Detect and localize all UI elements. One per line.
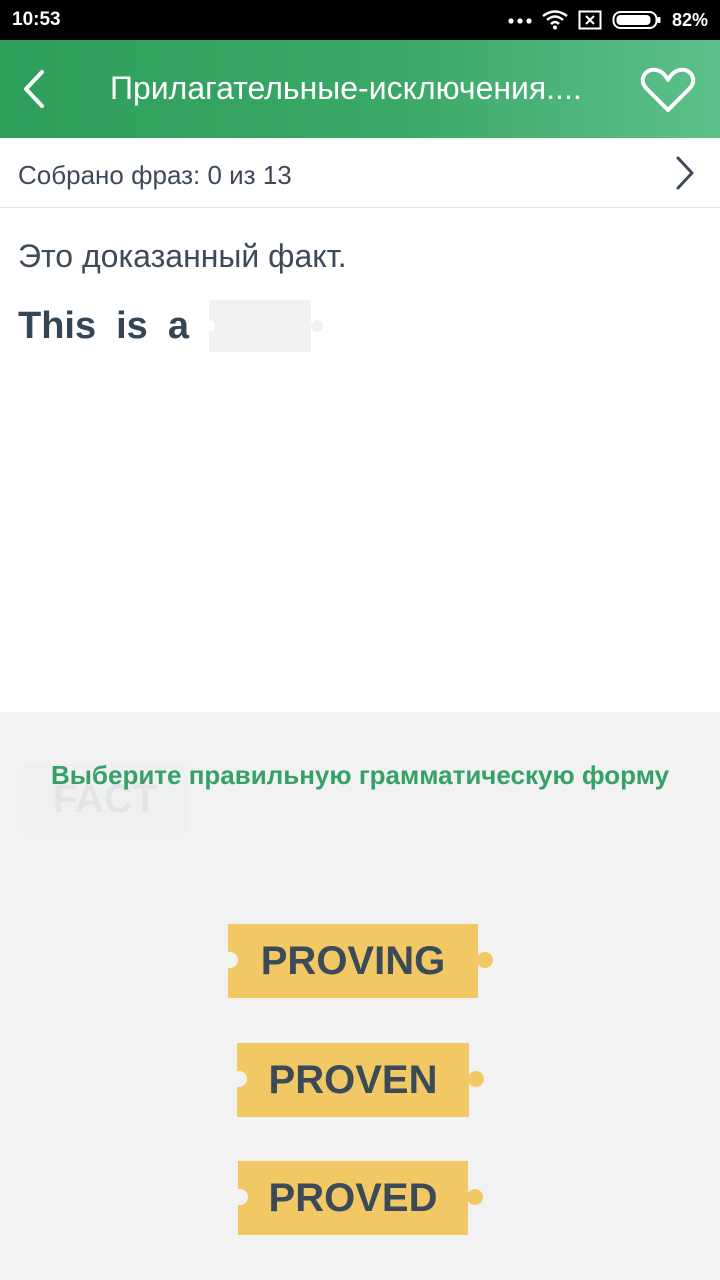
option-label: PROVED	[268, 1175, 438, 1220]
puzzle-knob	[468, 1071, 484, 1087]
progress-row[interactable]: Собрано фраз: 0 из 13	[0, 138, 720, 208]
heart-icon[interactable]	[640, 66, 696, 114]
puzzle-knob	[231, 1071, 247, 1087]
options-panel: FACT Выберите правильную грамматическую …	[0, 712, 720, 1280]
puzzle-knob	[232, 1189, 248, 1205]
option-proven-button[interactable]: PROVEN	[231, 1043, 484, 1117]
no-sim-icon	[578, 10, 602, 30]
english-word: This	[18, 304, 97, 347]
option-label: PROVING	[260, 938, 446, 983]
chevron-right-icon[interactable]	[672, 154, 698, 192]
russian-phrase: Это доказанный факт.	[18, 238, 347, 274]
english-word: is	[116, 304, 148, 347]
battery-icon	[612, 11, 661, 29]
status-bar: 10:53 82%	[0, 0, 720, 40]
status-icons: 82%	[508, 8, 708, 32]
back-arrow-icon[interactable]	[18, 68, 52, 110]
status-time: 10:53	[12, 9, 61, 30]
battery-percent: 82%	[671, 9, 708, 30]
more-dots-icon	[508, 18, 532, 24]
wifi-icon	[542, 10, 568, 30]
english-word: a	[167, 304, 189, 347]
instruction-text: Выберите правильную грамматическую форму	[50, 760, 670, 790]
page-title: Прилагательные-исключения....	[110, 70, 582, 106]
option-label: PROVEN	[268, 1057, 438, 1102]
puzzle-knob	[467, 1189, 483, 1205]
app-bar: Прилагательные-исключения....	[0, 40, 720, 138]
answer-slot[interactable]	[202, 300, 323, 352]
progress-counter: Собрано фраз: 0 из 13	[18, 160, 292, 190]
puzzle-knob	[477, 952, 493, 968]
option-proved-button[interactable]: PROVED	[232, 1161, 483, 1235]
english-sentence: This is a	[18, 300, 323, 352]
option-proving-button[interactable]: PROVING	[222, 924, 493, 998]
puzzle-knob	[222, 952, 238, 968]
